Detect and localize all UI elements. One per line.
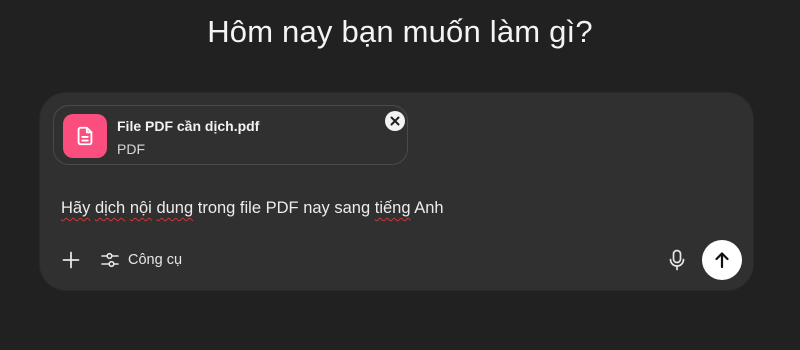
attachment-file-type: PDF	[117, 141, 145, 157]
add-button[interactable]	[59, 248, 83, 272]
prompt-word: tiếng	[374, 199, 411, 217]
prompt-word: dung	[156, 199, 194, 217]
document-icon	[63, 114, 107, 158]
arrow-up-icon	[715, 252, 729, 269]
sliders-icon	[101, 252, 119, 268]
attachment-file-name: File PDF cần dịch.pdf	[117, 118, 260, 134]
send-button[interactable]	[702, 240, 742, 280]
prompt-word: nội	[129, 199, 152, 217]
prompt-input[interactable]: Hãy dịch nội dung trong file PDF nay san…	[61, 199, 444, 218]
prompt-word: Hãy	[61, 199, 91, 217]
tools-label: Công cụ	[128, 252, 183, 268]
prompt-segment: Anh	[410, 199, 444, 217]
page: Hôm nay bạn muốn làm gì? File PDF cần dị…	[0, 0, 800, 350]
microphone-icon	[669, 249, 685, 271]
page-title: Hôm nay bạn muốn làm gì?	[207, 14, 593, 49]
attachment-card[interactable]: File PDF cần dịch.pdf PDF	[53, 105, 408, 165]
composer: File PDF cần dịch.pdf PDF Hãy dịch nội d…	[40, 93, 753, 290]
remove-attachment-button[interactable]	[385, 111, 405, 131]
close-icon	[390, 116, 400, 126]
prompt-segment: trong file PDF nay sang	[193, 199, 375, 217]
prompt-word: dịch	[94, 199, 126, 217]
plus-icon	[62, 251, 80, 269]
voice-input-button[interactable]	[664, 247, 690, 273]
tools-button[interactable]: Công cụ	[100, 246, 182, 274]
